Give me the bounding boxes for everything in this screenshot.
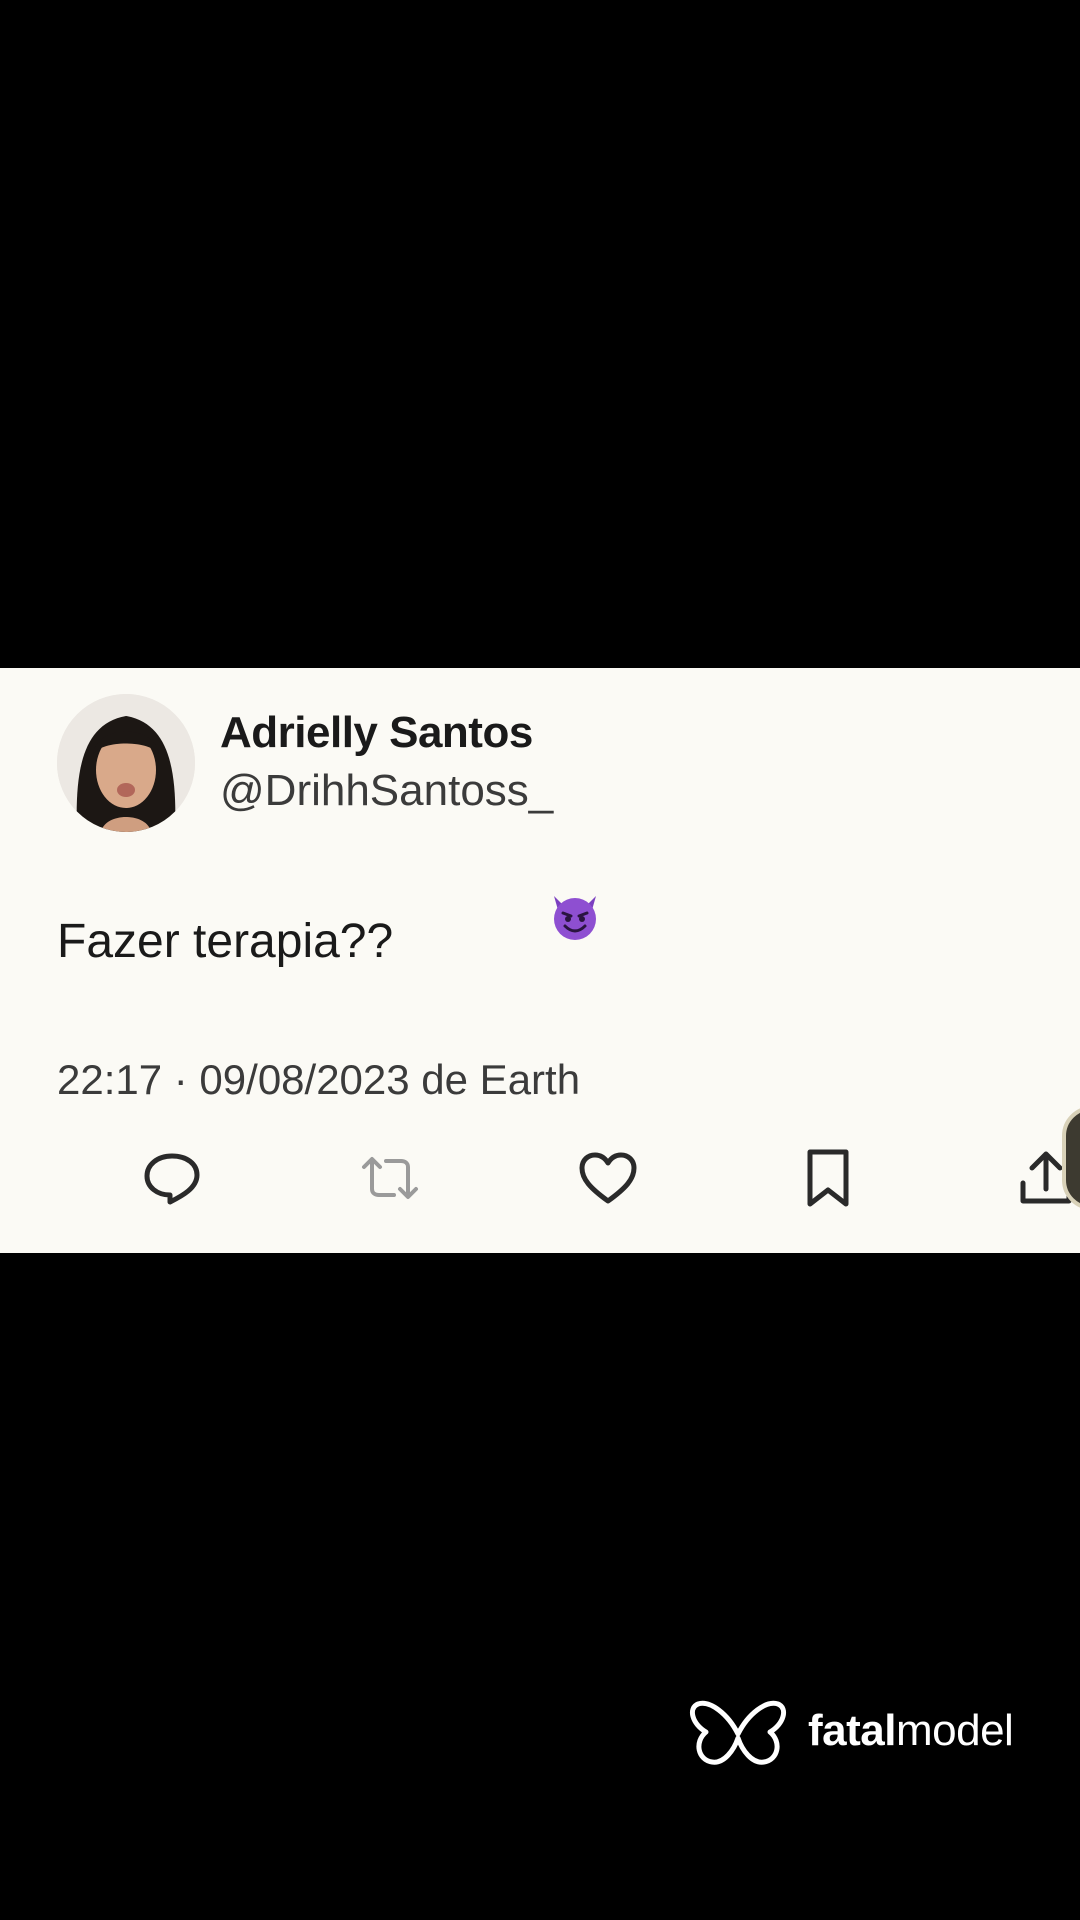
like-icon <box>579 1152 637 1204</box>
reply-button[interactable] <box>140 1146 204 1210</box>
bookmark-icon <box>807 1149 849 1207</box>
reply-icon <box>144 1153 200 1205</box>
retweet-icon <box>362 1157 418 1199</box>
user-handle[interactable]: @DrihhSantoss_ <box>220 766 553 816</box>
like-button[interactable] <box>576 1146 640 1210</box>
avatar-photo <box>57 694 195 832</box>
overlay-avatar[interactable] <box>1062 1106 1080 1210</box>
smiling-devil-emoji-icon <box>554 896 596 940</box>
avatar[interactable] <box>57 694 195 832</box>
tweet-card[interactable]: Adrielly Santos @DrihhSantoss_ Fazer ter… <box>0 668 1080 1253</box>
bookmark-button[interactable] <box>796 1146 860 1210</box>
watermark-brand: fatalmodel <box>808 1706 1014 1756</box>
watermark-brand-bold: fatal <box>808 1706 896 1755</box>
tweet-text: Fazer terapia?? <box>57 915 394 968</box>
display-name[interactable]: Adrielly Santos <box>220 708 533 758</box>
butterfly-logo-icon <box>689 1700 787 1765</box>
tweet-timestamp[interactable]: 22:17 · 09/08/2023 de Earth <box>57 1056 580 1104</box>
retweet-button[interactable] <box>358 1146 422 1210</box>
tweet-actions <box>0 1146 1080 1216</box>
watermark-brand-light: model <box>895 1706 1014 1755</box>
watermark: fatalmodel <box>688 1694 1014 1768</box>
